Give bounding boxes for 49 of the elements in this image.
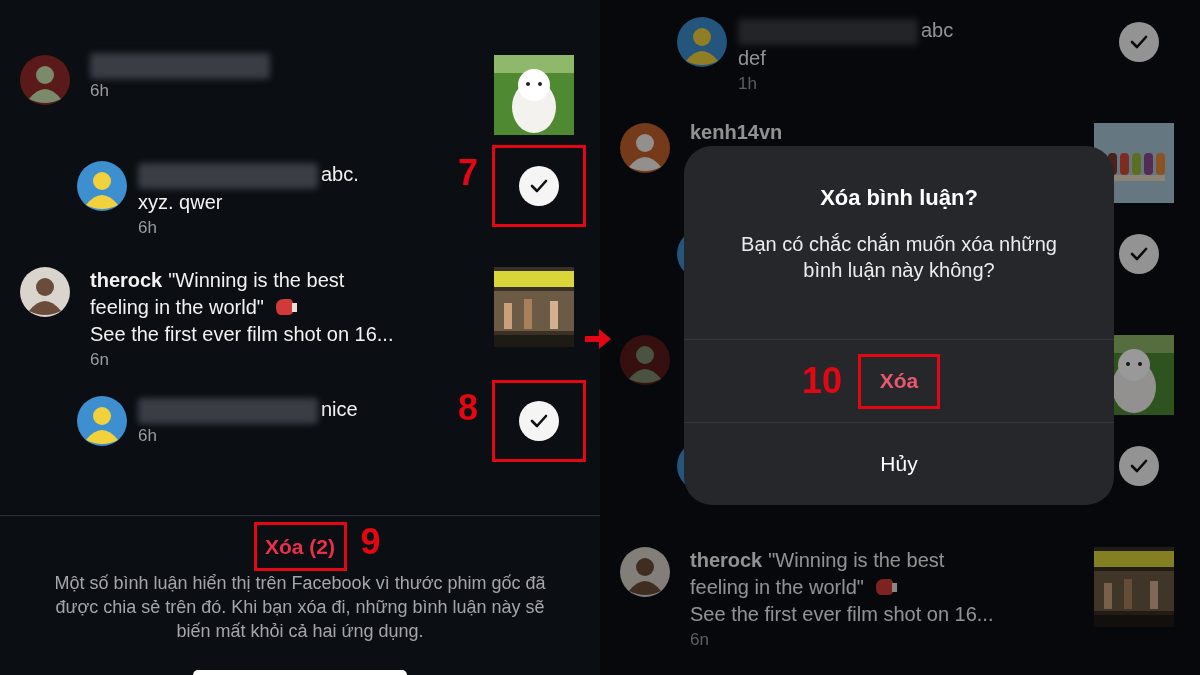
timestamp: 6n bbox=[690, 629, 710, 651]
comment-text: feeling in the world" bbox=[690, 576, 864, 598]
timestamp: 6h bbox=[138, 216, 158, 239]
dialog-message: Bạn có chắc chắn muốn xóa những bình luận này không? bbox=[740, 232, 1058, 283]
select-checkbox[interactable] bbox=[1119, 234, 1159, 274]
avatar bbox=[77, 161, 127, 211]
comment-text: def bbox=[738, 46, 766, 69]
avatar bbox=[20, 267, 70, 317]
step-number: 7 bbox=[457, 155, 478, 191]
pointer-arrow bbox=[583, 326, 613, 352]
timestamp: 1h bbox=[738, 72, 758, 95]
delete-button[interactable]: Xóa (2) bbox=[253, 522, 347, 571]
username[interactable]: therock bbox=[690, 549, 763, 571]
checkmark-icon bbox=[1129, 246, 1149, 262]
checkmark-icon bbox=[1129, 458, 1149, 474]
comment-text: See the first ever film shot on 16... bbox=[90, 323, 394, 345]
avatar bbox=[620, 123, 670, 173]
dialog-title: Xóa bình luận? bbox=[820, 184, 978, 212]
avatar bbox=[20, 55, 70, 105]
comment-text: abc bbox=[921, 19, 954, 41]
timestamp: 6n bbox=[90, 349, 110, 371]
checkmark-icon bbox=[529, 178, 549, 194]
select-checkbox[interactable] bbox=[1119, 446, 1159, 486]
avatar bbox=[620, 335, 670, 385]
comment-text: feeling in the world" bbox=[90, 296, 264, 318]
checkmark-icon bbox=[1129, 34, 1149, 50]
avatar bbox=[77, 396, 127, 446]
info-note: Một số bình luận hiển thị trên Facebook vì thước phim gốc đã được chia sẻ trên đó. Khi bạn xóa đi, những bình luận này sẽ biến mất khỏi cả hai ứng dụng. bbox=[53, 572, 547, 643]
step-number: 10 bbox=[801, 362, 842, 399]
step-number: 8 bbox=[457, 390, 478, 426]
select-checkbox[interactable] bbox=[519, 401, 559, 441]
checkmark-icon bbox=[529, 413, 549, 429]
username[interactable]: kenh14vn bbox=[690, 121, 783, 143]
avatar bbox=[620, 547, 670, 597]
comment-text: abc. bbox=[321, 163, 359, 185]
confirm-delete-button[interactable]: Xóa bbox=[858, 353, 940, 409]
username[interactable]: therock bbox=[90, 269, 163, 291]
comment-text: xyz. qwer bbox=[138, 190, 223, 213]
timestamp: 6h bbox=[138, 424, 158, 447]
comment-text: See the first ever film shot on 16... bbox=[690, 603, 994, 625]
avatar bbox=[677, 17, 727, 67]
comment-text: "Winning is the best bbox=[168, 269, 345, 291]
comment-text: nice bbox=[321, 398, 358, 420]
cancel-button[interactable]: Hủy bbox=[864, 440, 934, 488]
select-checkbox[interactable] bbox=[519, 166, 559, 206]
comment-text: "Winning is the best bbox=[768, 549, 945, 571]
select-checkbox[interactable] bbox=[1119, 22, 1159, 62]
timestamp: 6h bbox=[90, 80, 110, 102]
step-number: 9 bbox=[360, 524, 381, 560]
